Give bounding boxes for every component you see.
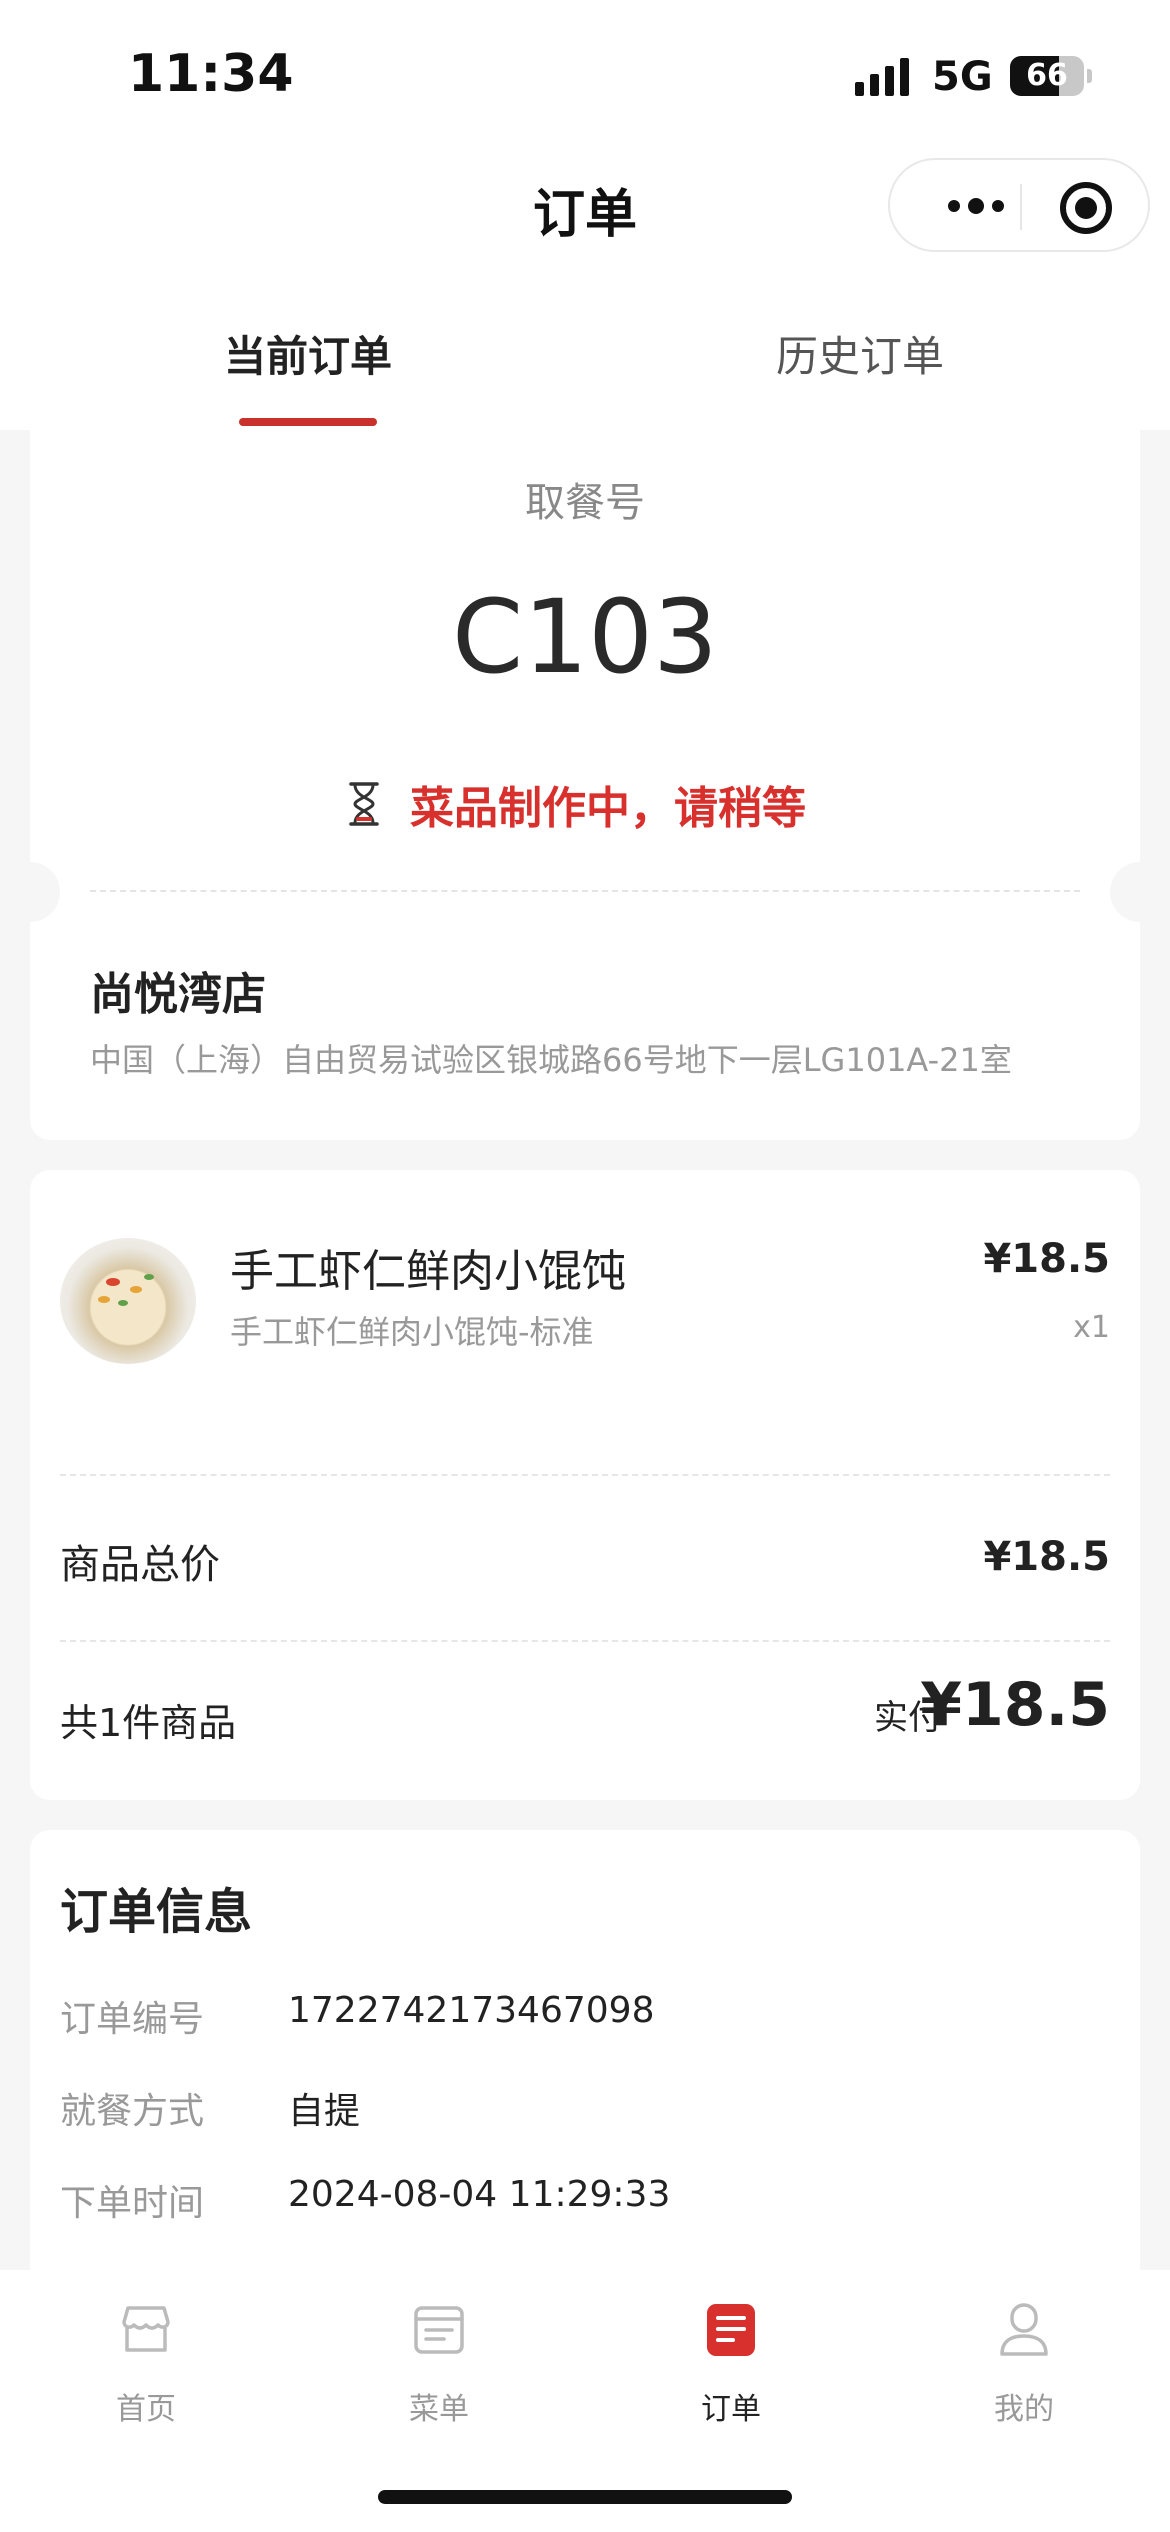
order-list-icon — [707, 2304, 755, 2356]
item-name: 手工虾仁鲜肉小馄饨 — [230, 1246, 626, 1297]
store-icon — [122, 2306, 170, 2352]
tabbar-menu[interactable]: 菜单 — [329, 2302, 549, 2427]
subtotal-label: 商品总价 — [60, 1542, 220, 1588]
info-label: 下单时间 — [60, 2183, 205, 2224]
cellular-signal-icon — [855, 58, 909, 96]
order-number: 1722742173467098 — [288, 1990, 655, 2031]
ticket-notch-right — [1110, 862, 1170, 922]
battery-level: 66 — [1026, 58, 1068, 93]
pickup-card: 取餐号 C103 菜品制作中，请稍等 尚悦湾店 中国（上海）自由贸易试验区银城路… — [30, 430, 1140, 1140]
status-bar: 11:34 5G 66 — [0, 0, 1170, 150]
menu-card-icon — [414, 2306, 464, 2354]
home-indicator[interactable] — [378, 2490, 792, 2504]
order-tabs: 当前订单 历史订单 — [0, 265, 1170, 430]
network-type: 5G — [932, 54, 993, 100]
tabbar-label: 首页 — [116, 2392, 176, 2427]
more-dots-icon[interactable] — [926, 186, 1026, 226]
item-price: ¥18.5 — [983, 1236, 1110, 1282]
tabbar-label: 菜单 — [409, 2392, 469, 2427]
user-icon — [1000, 2303, 1048, 2356]
mini-program-capsule — [888, 158, 1150, 252]
order-status: 菜品制作中，请稍等 — [348, 772, 806, 836]
tabbar-mine[interactable]: 我的 — [914, 2302, 1134, 2427]
pickup-code: C103 — [452, 578, 718, 697]
tabbar-label: 我的 — [994, 2392, 1054, 2427]
subtotal-value: ¥18.5 — [983, 1534, 1110, 1580]
tab-history-orders[interactable]: 历史订单 — [700, 323, 1020, 384]
info-label: 就餐方式 — [60, 2091, 205, 2132]
ticket-divider — [90, 890, 1080, 892]
tabbar-order[interactable]: 订单 — [621, 2302, 841, 2427]
order-info-card: 订单信息 订单编号 1722742173467098 就餐方式 自提 下单时间 … — [30, 1830, 1140, 2270]
tabbar-label: 订单 — [701, 2392, 761, 2427]
target-circle-icon[interactable] — [1060, 182, 1112, 234]
item-count: 共1件商品 — [60, 1701, 237, 1745]
order-info-title: 订单信息 — [60, 1884, 253, 1940]
order-items-card: 手工虾仁鲜肉小馄饨 手工虾仁鲜肉小馄饨-标准 ¥18.5 x1 商品总价 ¥18… — [30, 1170, 1140, 1800]
tab-indicator — [239, 418, 377, 426]
item-quantity: x1 — [1073, 1310, 1110, 1345]
ticket-notch-left — [0, 862, 60, 922]
order-time: 2024-08-04 11:29:33 — [288, 2174, 671, 2215]
paid-amount: ¥18.5 — [920, 1670, 1110, 1740]
dining-method: 自提 — [288, 2091, 361, 2132]
pickup-label: 取餐号 — [525, 480, 645, 526]
battery-icon: 66 — [1010, 56, 1084, 96]
info-label: 订单编号 — [60, 1999, 205, 2040]
nav-bar: 订单 — [0, 150, 1170, 265]
hourglass-icon — [349, 782, 379, 826]
status-time: 11:34 — [128, 44, 294, 104]
status-text: 菜品制作中，请稍等 — [410, 783, 806, 834]
tab-current-orders[interactable]: 当前订单 — [148, 323, 468, 384]
item-spec: 手工虾仁鲜肉小馄饨-标准 — [230, 1313, 594, 1351]
store-name: 尚悦湾店 — [90, 969, 266, 1020]
dish-image — [60, 1238, 196, 1364]
store-address: 中国（上海）自由贸易试验区银城路66号地下一层LG101A-21室 — [90, 1041, 1012, 1079]
tabbar-home[interactable]: 首页 — [36, 2302, 256, 2427]
